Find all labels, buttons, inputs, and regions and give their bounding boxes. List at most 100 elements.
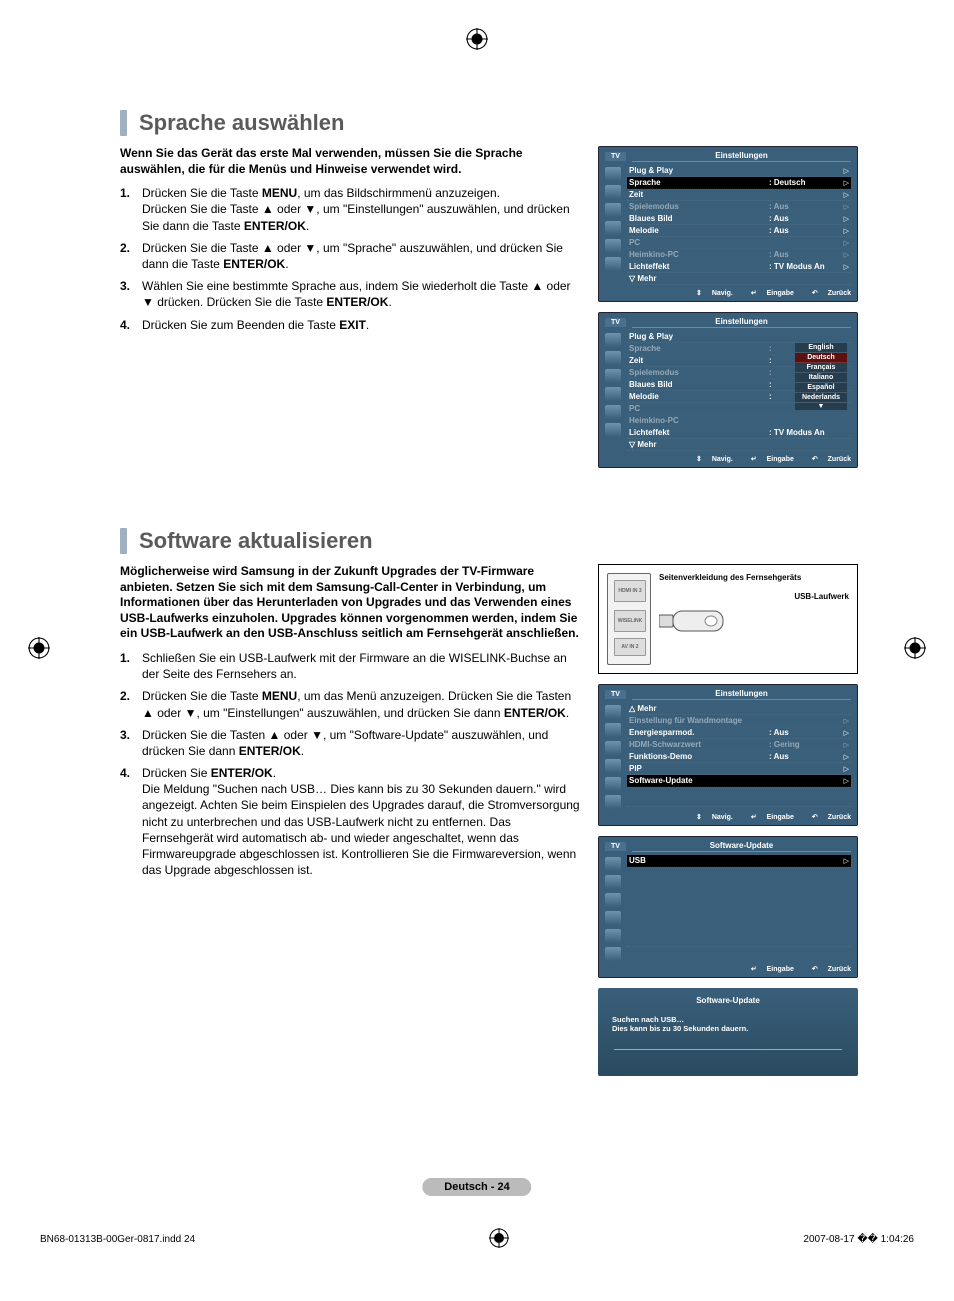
section-title: Sprache auswählen (139, 110, 344, 136)
popup-line1: Suchen nach USB… (612, 1015, 844, 1024)
register-mark-left (28, 637, 50, 665)
step-text: Drücken Sie die Taste MENU, um das Menü … (142, 688, 580, 720)
menu-category-icon (605, 705, 621, 719)
osd-row-label: Sprache (629, 344, 769, 353)
osd-title: Einstellungen (632, 689, 851, 700)
osd-icon-column (605, 855, 627, 961)
step-text: Drücken Sie ENTER/OK. Die Meldung "Suche… (142, 765, 580, 878)
osd-footer-hints: ⇕ Navig. ↵ Eingabe ↶ Zurück (605, 451, 851, 463)
step-number: 3. (120, 727, 142, 759)
osd-row-value: : Aus (769, 752, 839, 761)
osd-software-update: TV Software-Update USB ▷ (598, 836, 858, 978)
osd-row-label: Blaues Bild (629, 380, 769, 389)
chevron-right-icon: ▷ (839, 741, 849, 749)
osd-popup-searching-usb: Software-Update Suchen nach USB… Dies ka… (598, 988, 858, 1076)
osd-row-value: : Aus (769, 728, 839, 737)
diagram-label-panel: Seitenverkleidung des Fernsehgeräts (659, 573, 849, 582)
osd-row-value: : TV Modus An (769, 428, 839, 437)
menu-category-icon (605, 893, 621, 907)
menu-category-icon (605, 333, 621, 347)
step-text: Drücken Sie die Tasten ▲ oder ▼, um "Sof… (142, 727, 580, 759)
step-number: 1. (120, 185, 142, 234)
osd-row-label: Heimkino-PC (629, 250, 769, 259)
menu-category-icon (605, 257, 621, 271)
step-text: Drücken Sie die Taste ▲ oder ▼, um "Spra… (142, 240, 580, 272)
updown-arrows-icon: ⇕ (696, 456, 702, 463)
chevron-right-icon: ▷ (839, 857, 849, 865)
chevron-right-icon: ▷ (839, 239, 849, 247)
menu-category-icon (605, 777, 621, 791)
step-number: 4. (120, 765, 142, 878)
osd-row-label: Plug & Play (629, 166, 769, 175)
menu-category-icon (605, 351, 621, 365)
osd-row-label: Einstellung für Wandmontage (629, 716, 769, 725)
menu-category-icon (605, 221, 621, 235)
osd-tv-tab: TV (605, 690, 626, 699)
chevron-right-icon: ▷ (839, 765, 849, 773)
language-option: Italiano (795, 373, 847, 383)
step-number: 2. (120, 688, 142, 720)
section1-steps: 1. Drücken Sie die Taste MENU, um das Bi… (120, 185, 580, 333)
osd-row-label: △ Mehr (629, 704, 769, 713)
port-wiselink: WISELINK (614, 610, 646, 632)
return-icon: ↶ (812, 456, 818, 463)
menu-category-icon (605, 795, 621, 809)
section-title: Software aktualisieren (139, 528, 373, 554)
chevron-right-icon: ▷ (839, 203, 849, 211)
osd-icon-column (605, 331, 627, 451)
osd-title: Einstellungen (632, 317, 851, 328)
enter-icon: ↵ (751, 966, 757, 973)
section2-intro: Möglicherweise wird Samsung in der Zukun… (120, 564, 580, 642)
step-text: Wählen Sie eine bestimmte Sprache aus, i… (142, 278, 580, 310)
popup-title: Software-Update (608, 996, 848, 1009)
osd-row-value: : Gering (769, 740, 839, 749)
section-software-update: Software aktualisieren Möglicherweise wi… (120, 528, 904, 1084)
language-option: English (795, 343, 847, 353)
osd-row-label: Heimkino-PC (629, 416, 769, 425)
enter-icon: ↵ (751, 290, 757, 297)
chevron-right-icon: ▷ (839, 191, 849, 199)
osd-footer-hints: ↵ Eingabe ↶ Zurück (605, 961, 851, 973)
port-avin2: AV IN 2 (614, 638, 646, 656)
osd-row-label: PIP (629, 764, 769, 773)
osd-icon-column (605, 165, 627, 285)
menu-category-icon (605, 723, 621, 737)
osd-row-label: Zeit (629, 190, 769, 199)
osd-row-label: Melodie (629, 226, 769, 235)
print-timestamp: 2007-08-17 �� 1:04:26 (803, 1234, 914, 1245)
osd-row-label: PC (629, 238, 769, 247)
menu-category-icon (605, 239, 621, 253)
osd-title: Software-Update (632, 841, 851, 852)
heading-accent-bar (120, 110, 127, 136)
osd-tv-tab: TV (605, 152, 626, 161)
osd-row-label: PC (629, 404, 769, 413)
menu-category-icon (605, 759, 621, 773)
osd-row-label: Software-Update (629, 776, 769, 785)
osd-row-label: USB (629, 856, 769, 865)
usb-drive-icon (659, 607, 729, 635)
menu-category-icon (605, 203, 621, 217)
osd-settings-1: TV Einstellungen Plug & Play▷ Sprache: D… (598, 146, 858, 302)
osd-row-label: Energiesparmod. (629, 728, 769, 737)
menu-category-icon (605, 167, 621, 181)
osd-tv-tab: TV (605, 842, 626, 851)
osd-row-value: : TV Modus An (769, 262, 839, 271)
osd-row-label: Lichteffekt (629, 262, 769, 271)
language-option-selected: Deutsch (795, 353, 847, 363)
register-mark-bottom (489, 1228, 509, 1251)
chevron-right-icon: ▷ (839, 753, 849, 761)
chevron-right-icon: ▷ (839, 729, 849, 737)
chevron-right-icon: ▷ (839, 717, 849, 725)
enter-icon: ↵ (751, 456, 757, 463)
menu-category-icon (605, 369, 621, 383)
port-hdmi3: HDMI IN 3 (614, 580, 646, 602)
menu-category-icon (605, 857, 621, 871)
menu-category-icon (605, 741, 621, 755)
osd-row-value: : Aus (769, 202, 839, 211)
register-mark-top (466, 28, 488, 56)
menu-category-icon (605, 929, 621, 943)
osd-tv-tab: TV (605, 318, 626, 327)
osd-title: Einstellungen (632, 151, 851, 162)
osd-row-value: : Aus (769, 226, 839, 235)
osd-row-label: Blaues Bild (629, 214, 769, 223)
